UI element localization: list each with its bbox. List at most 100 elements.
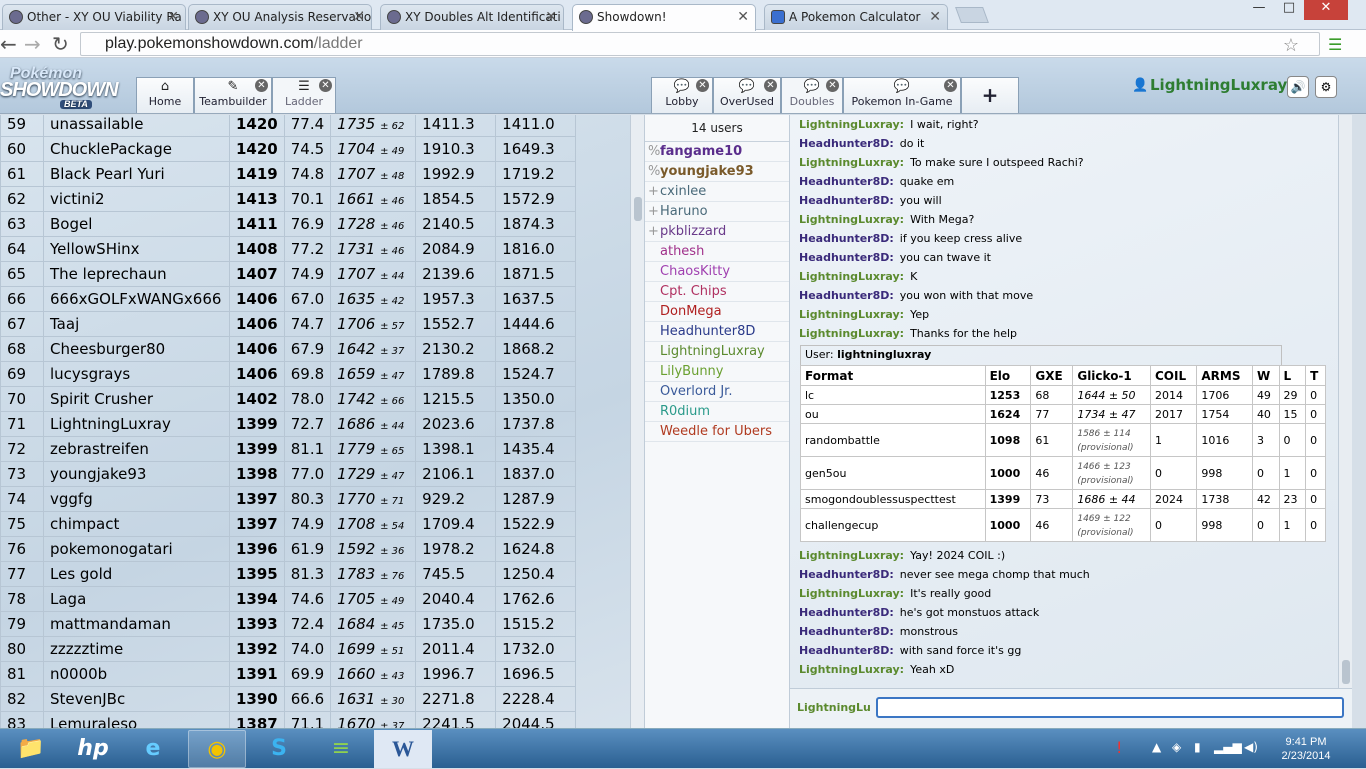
user-list-item[interactable]: Headhunter8D [645,322,789,342]
player-name-cell[interactable]: ChucklePackage [43,136,230,162]
chrome-icon[interactable]: ◉ [188,730,246,768]
spotify-icon[interactable]: ≡ [312,730,370,768]
chat-username[interactable]: Headhunter8D: [799,194,894,207]
reload-icon[interactable]: ↻ [52,32,69,56]
player-name-cell[interactable]: mattmandaman [43,611,230,637]
ladder-scrollbar[interactable] [630,115,644,728]
close-icon[interactable]: ✕ [764,79,777,92]
close-icon[interactable]: ✕ [826,79,839,92]
user-list-item[interactable]: %youngjake93 [645,162,789,182]
close-window-button[interactable]: ✕ [1304,0,1348,20]
player-name-cell[interactable]: StevenJBc [43,686,230,712]
player-name-cell[interactable]: Les gold [43,561,230,587]
show-hidden-icons-icon[interactable]: ▲ [1152,740,1161,754]
new-tab-button[interactable] [955,7,989,23]
user-list-item[interactable]: +pkblizzard [645,222,789,242]
chat-username[interactable]: Headhunter8D: [799,137,894,150]
close-icon[interactable]: ✕ [944,79,957,92]
player-name-cell[interactable]: lucysgrays [43,361,230,387]
scrollbar-thumb[interactable] [634,197,642,221]
browser-tab-pokemon-calculator[interactable]: A Pokemon Calculator ✕ [764,4,948,30]
tab-ladder[interactable]: ☰ Ladder ✕ [272,77,336,113]
browser-tab-showdown[interactable]: Showdown! ✕ [572,4,756,31]
player-name-cell[interactable]: Taaj [43,311,230,337]
player-name-cell[interactable]: unassailable [43,115,230,137]
chat-scrollbar[interactable] [1338,115,1352,688]
player-name-cell[interactable]: The leprechaun [43,261,230,287]
username[interactable]: LightningLuxray [1150,76,1287,94]
player-name-cell[interactable]: n0000b [43,661,230,687]
close-icon[interactable]: ✕ [255,79,268,92]
close-icon[interactable]: ✕ [696,79,709,92]
add-room-button[interactable]: + [961,77,1019,113]
player-name-cell[interactable]: 666xGOLFxWANGx666 [43,286,230,312]
player-name-cell[interactable]: Spirit Crusher [43,386,230,412]
user-list-item[interactable]: +cxinlee [645,182,789,202]
chat-username[interactable]: Headhunter8D: [799,289,894,302]
chat-username[interactable]: Headhunter8D: [799,568,894,581]
network-icon[interactable]: ▂▄▆ [1214,740,1242,754]
chat-username[interactable]: LightningLuxray: [799,118,904,131]
player-name-cell[interactable]: youngjake93 [43,461,230,487]
user-list-item[interactable]: DonMega [645,302,789,322]
chat-username[interactable]: LightningLuxray: [799,270,904,283]
user-list-item[interactable]: ChaosKitty [645,262,789,282]
close-icon[interactable]: ✕ [319,79,332,92]
player-name-cell[interactable]: YellowSHinx [43,236,230,262]
tab-pokemon-in-game[interactable]: 💬 Pokemon In-Game ✕ [843,77,961,113]
file-explorer-icon[interactable]: 📁 [2,730,60,768]
chat-username[interactable]: LightningLuxray: [799,213,904,226]
scrollbar-thumb[interactable] [1342,660,1350,684]
chat-username[interactable]: Headhunter8D: [799,606,894,619]
player-name-cell[interactable]: vggfg [43,486,230,512]
player-name-cell[interactable]: Black Pearl Yuri [43,161,230,187]
maximize-button[interactable]: □ [1274,0,1304,20]
player-name-cell[interactable]: Bogel [43,211,230,237]
browser-tab-xy-ou-analysis[interactable]: XY OU Analysis Reservatio ✕ [188,4,372,30]
bookmark-star-icon[interactable]: ☆ [1283,34,1299,56]
player-name-cell[interactable]: pokemonogatari [43,536,230,562]
player-name-cell[interactable]: Cheesburger80 [43,336,230,362]
showdown-logo[interactable]: Pokémon SHOWDOWN BETA [0,66,132,109]
close-icon[interactable]: ✕ [167,5,179,29]
chat-username[interactable]: Headhunter8D: [799,251,894,264]
close-icon[interactable]: ✕ [353,5,365,29]
player-name-cell[interactable]: Laga [43,586,230,612]
chat-username[interactable]: Headhunter8D: [799,644,894,657]
skype-icon[interactable]: S [250,730,308,768]
chat-username[interactable]: LightningLuxray: [799,308,904,321]
user-list-item[interactable]: %fangame10 [645,142,789,162]
chat-username[interactable]: LightningLuxray: [799,156,904,169]
chat-username[interactable]: Headhunter8D: [799,232,894,245]
volume-icon[interactable]: ◀) [1244,740,1258,754]
close-icon[interactable]: ✕ [737,5,749,29]
close-icon[interactable]: ✕ [545,5,557,29]
alert-icon[interactable]: ! [1116,738,1122,757]
hp-icon[interactable]: hp [64,730,122,768]
user-list-item[interactable]: +Haruno [645,202,789,222]
player-name-cell[interactable]: chimpact [43,511,230,537]
user-list-item[interactable]: Overlord Jr. [645,382,789,402]
chat-username[interactable]: LightningLuxray: [799,587,904,600]
chat-username[interactable]: Headhunter8D: [799,625,894,638]
tray-app-icon[interactable]: ◈ [1172,740,1181,754]
chat-username[interactable]: Headhunter8D: [799,175,894,188]
browser-menu-icon[interactable]: ☰ [1328,35,1342,54]
user-list-item[interactable]: LilyBunny [645,362,789,382]
browser-tab-other-xy-ou-viability[interactable]: Other - XY OU Viability Ra ✕ [2,4,186,30]
back-arrow-icon[interactable]: ← [0,32,17,56]
tab-teambuilder[interactable]: ✎ Teambuilder ✕ [194,77,272,113]
battery-icon[interactable]: ▮ [1194,740,1201,754]
tab-doubles[interactable]: 💬 Doubles ✕ [781,77,843,113]
chat-input[interactable] [876,697,1344,718]
player-name-cell[interactable]: zebrastreifen [43,436,230,462]
player-name-cell[interactable]: Lemuraleso [43,711,230,728]
tab-overused[interactable]: 💬 OverUsed ✕ [713,77,781,113]
chat-username[interactable]: LightningLuxray: [799,549,904,562]
tab-lobby[interactable]: 💬 Lobby ✕ [651,77,713,113]
close-icon[interactable]: ✕ [929,5,941,29]
user-list-item[interactable]: R0dium [645,402,789,422]
user-list-item[interactable]: Weedle for Ubers [645,422,789,442]
settings-button[interactable]: ⚙ [1315,76,1337,98]
user-list-item[interactable]: LightningLuxray [645,342,789,362]
